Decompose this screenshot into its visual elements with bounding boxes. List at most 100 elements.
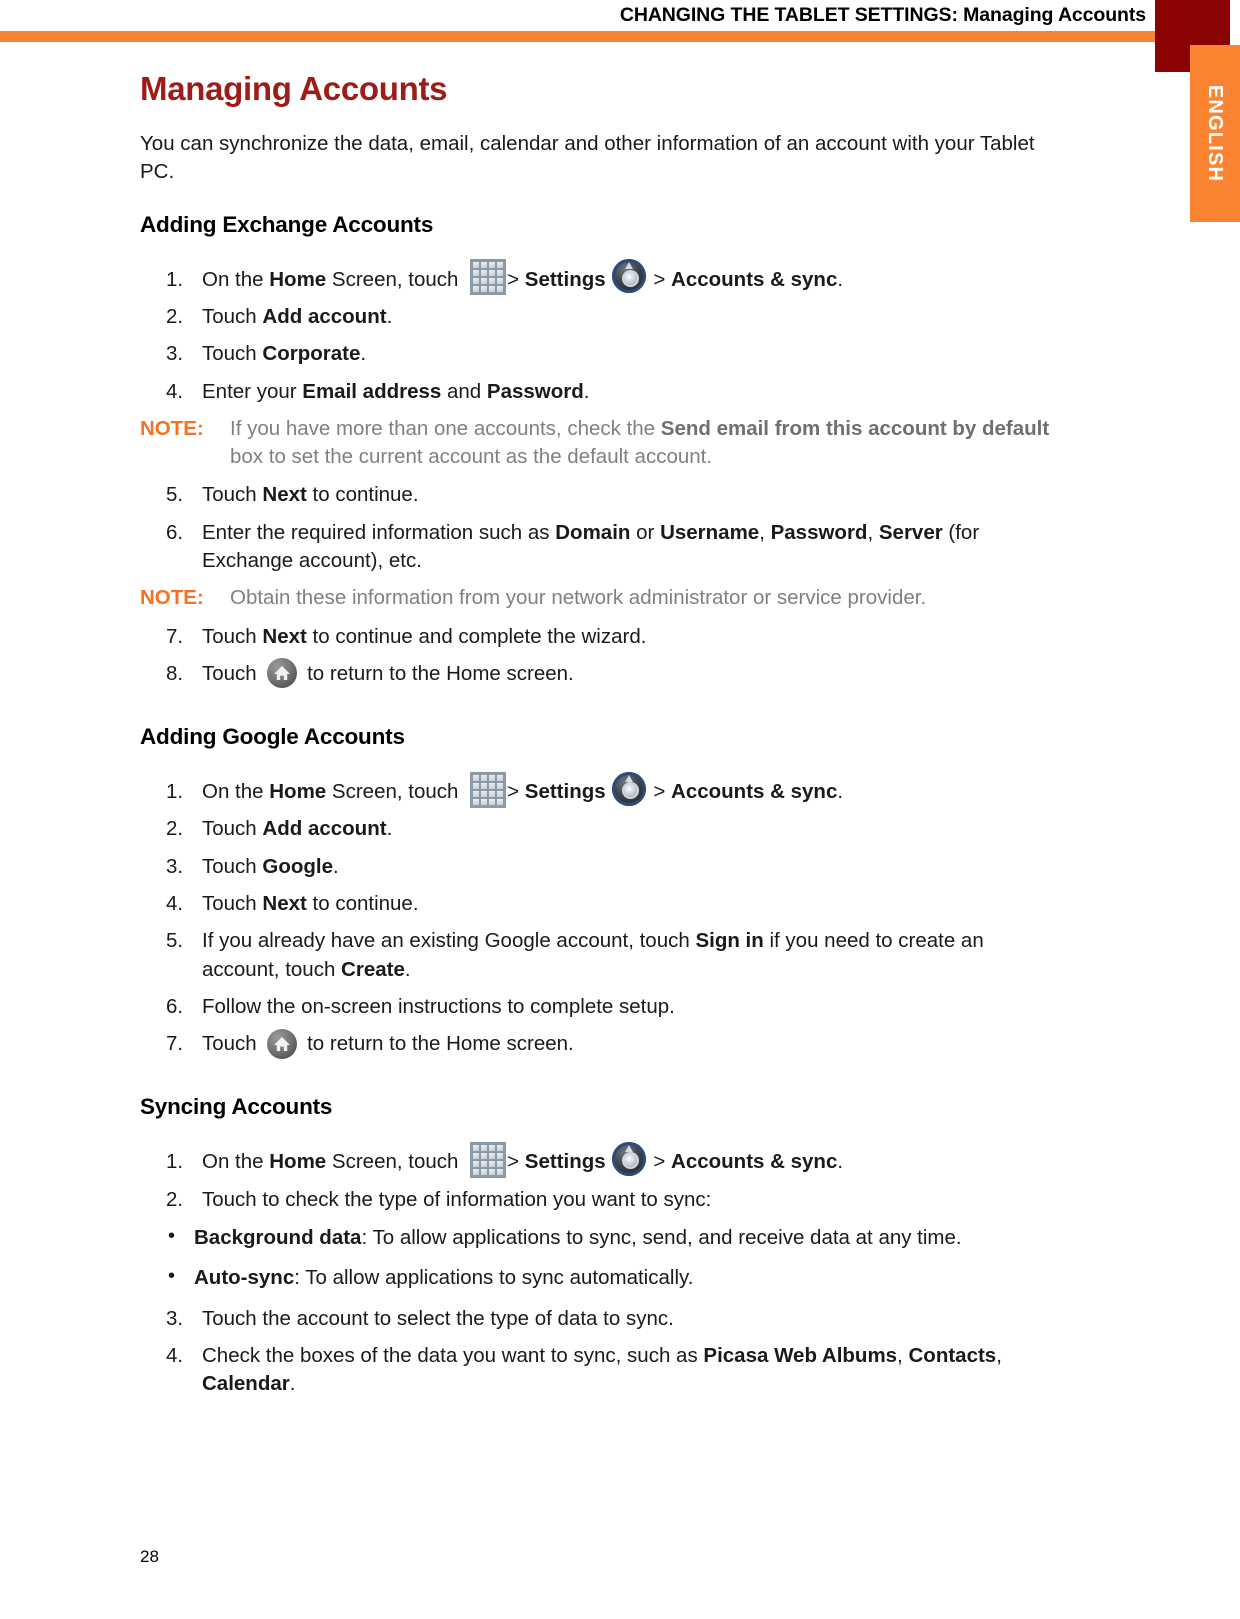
bullet-item: • Background data: To allow applications … <box>140 1224 1050 1252</box>
body-text: Screen, touch <box>326 267 465 291</box>
numbered-step-list: 5. Touch Next to continue. 6. Enter the req… <box>140 481 1050 575</box>
emphasis-text: Send email from this account by default <box>660 416 1050 440</box>
bullet-item: • Auto-sync: To allow applications to syn… <box>140 1264 1050 1292</box>
step-number: 2. <box>166 305 184 329</box>
step-number: 3. <box>166 854 184 878</box>
body-text: On the <box>202 1150 270 1174</box>
body-text: On the <box>202 267 270 291</box>
emphasis-text: Domain <box>555 520 631 544</box>
body-text: . <box>360 342 367 366</box>
emphasis-text: Picasa Web Albums <box>703 1343 898 1367</box>
emphasis-text: Accounts & sync <box>671 780 838 804</box>
emphasis-text: Accounts & sync <box>671 1150 838 1174</box>
emphasis-text: Add account <box>262 305 387 329</box>
numbered-step: 6. Follow the on-screen instructions to c… <box>140 993 1050 1021</box>
body-text: Touch <box>202 305 263 329</box>
emphasis-text: Calendar <box>202 1372 290 1396</box>
emphasis-text: Add account <box>262 817 387 841</box>
section-heading: Syncing Accounts <box>140 1094 333 1120</box>
body-text: Touch the account to select the type of … <box>202 1306 674 1330</box>
numbered-step: 2. Touch Add account. <box>140 815 1050 843</box>
body-text: Touch <box>202 1032 263 1056</box>
numbered-step: 3. Touch Google. <box>140 853 1050 881</box>
body-text: Touch to check the type of information y… <box>202 1187 712 1211</box>
numbered-step-list: 7. Touch Next to continue and complete th… <box>140 623 1050 689</box>
numbered-step: 4. Enter your Email address and Password. <box>140 378 1050 406</box>
numbered-step-list: 1. On the Home Screen, touch > Settings >… <box>140 259 1050 406</box>
emphasis-text: Settings <box>524 267 606 291</box>
bullet-marker: • <box>168 1265 176 1288</box>
step-number: 2. <box>166 817 184 841</box>
body-text: Obtain these information from your netwo… <box>230 586 927 610</box>
step-number: 5. <box>166 929 184 953</box>
apps-grid-icon <box>470 259 507 296</box>
section-heading: Adding Google Accounts <box>140 724 405 750</box>
emphasis-text: Contacts <box>908 1343 997 1367</box>
body-text: , <box>897 1343 909 1367</box>
step-number: 4. <box>166 379 184 403</box>
emphasis-text: Next <box>262 624 307 648</box>
emphasis-text: Create <box>341 957 405 981</box>
body-text: If you already have an existing Google a… <box>202 929 696 953</box>
body-text: Enter the required information such as <box>202 520 556 544</box>
body-text: . <box>837 1150 844 1174</box>
note-label: NOTE: <box>140 416 204 440</box>
numbered-step: 1. On the Home Screen, touch > Settings >… <box>140 771 1050 808</box>
emphasis-text: Username <box>660 520 760 544</box>
home-icon <box>267 658 298 689</box>
numbered-step: 5. Touch Next to continue. <box>140 481 1050 509</box>
numbered-step-list: 1. On the Home Screen, touch > Settings >… <box>140 1141 1050 1214</box>
numbered-step: 4. Check the boxes of the data you want t… <box>140 1342 1050 1399</box>
body-text: If you have more than one accounts, chec… <box>230 416 661 440</box>
settings-gauge-icon <box>611 259 646 294</box>
emphasis-text: Google <box>262 854 334 878</box>
body-text: > <box>647 267 672 291</box>
emphasis-text: Next <box>262 483 307 507</box>
emphasis-text: Accounts & sync <box>671 267 838 291</box>
body-text: . <box>583 379 590 403</box>
body-text: , <box>867 520 879 544</box>
body-text: to continue and complete the wizard. <box>306 624 647 648</box>
step-number: 6. <box>166 994 184 1018</box>
numbered-step-list: 1. On the Home Screen, touch > Settings >… <box>140 771 1050 1059</box>
body-text: . <box>289 1372 296 1396</box>
body-text: Touch <box>202 483 263 507</box>
header-accent-rule <box>0 31 1155 42</box>
body-text: . <box>386 817 393 841</box>
emphasis-text: Email address <box>302 379 442 403</box>
emphasis-text: Settings <box>524 1150 606 1174</box>
step-number: 4. <box>166 891 184 915</box>
numbered-step: 8. Touch to return to the Home screen. <box>140 658 1050 689</box>
emphasis-text: Settings <box>524 780 606 804</box>
emphasis-text: Sign in <box>695 929 764 953</box>
body-text: > <box>647 1150 672 1174</box>
numbered-step: 7. Touch Next to continue and complete th… <box>140 623 1050 651</box>
step-number: 7. <box>166 624 184 648</box>
document-page: CHANGING THE TABLET SETTINGS: Managing A… <box>0 0 1240 1619</box>
step-number: 3. <box>166 1306 184 1330</box>
settings-gauge-icon <box>611 1141 646 1176</box>
body-text: Screen, touch <box>326 1150 465 1174</box>
numbered-step: 5. If you already have an existing Google… <box>140 927 1050 984</box>
numbered-step: 3. Touch the account to select the type o… <box>140 1305 1050 1333</box>
body-text: box to set the current account as the de… <box>230 445 713 469</box>
page-title: Managing Accounts <box>140 70 448 107</box>
emphasis-text: Password <box>770 520 868 544</box>
numbered-step: 6. Enter the required information such as… <box>140 519 1050 576</box>
emphasis-text: Auto-sync <box>194 1266 295 1290</box>
step-number: 6. <box>166 520 184 544</box>
bullet-list: • Background data: To allow applications … <box>140 1224 1050 1293</box>
apps-grid-icon <box>470 1141 507 1178</box>
step-number: 4. <box>166 1343 184 1367</box>
body-text: , <box>996 1343 1002 1367</box>
step-number: 1. <box>166 267 184 291</box>
numbered-step: 2. Touch to check the type of information… <box>140 1186 1050 1214</box>
body-text: . <box>333 854 339 878</box>
body-text: Enter your <box>202 379 303 403</box>
body-text: Touch <box>202 342 263 366</box>
doc-section: Syncing Accounts 1. On the Home Screen, to… <box>140 1094 1050 1398</box>
emphasis-text: Password <box>486 379 584 403</box>
emphasis-text: Home <box>269 1150 327 1174</box>
body-text: : To allow applications to sync automati… <box>294 1266 694 1290</box>
